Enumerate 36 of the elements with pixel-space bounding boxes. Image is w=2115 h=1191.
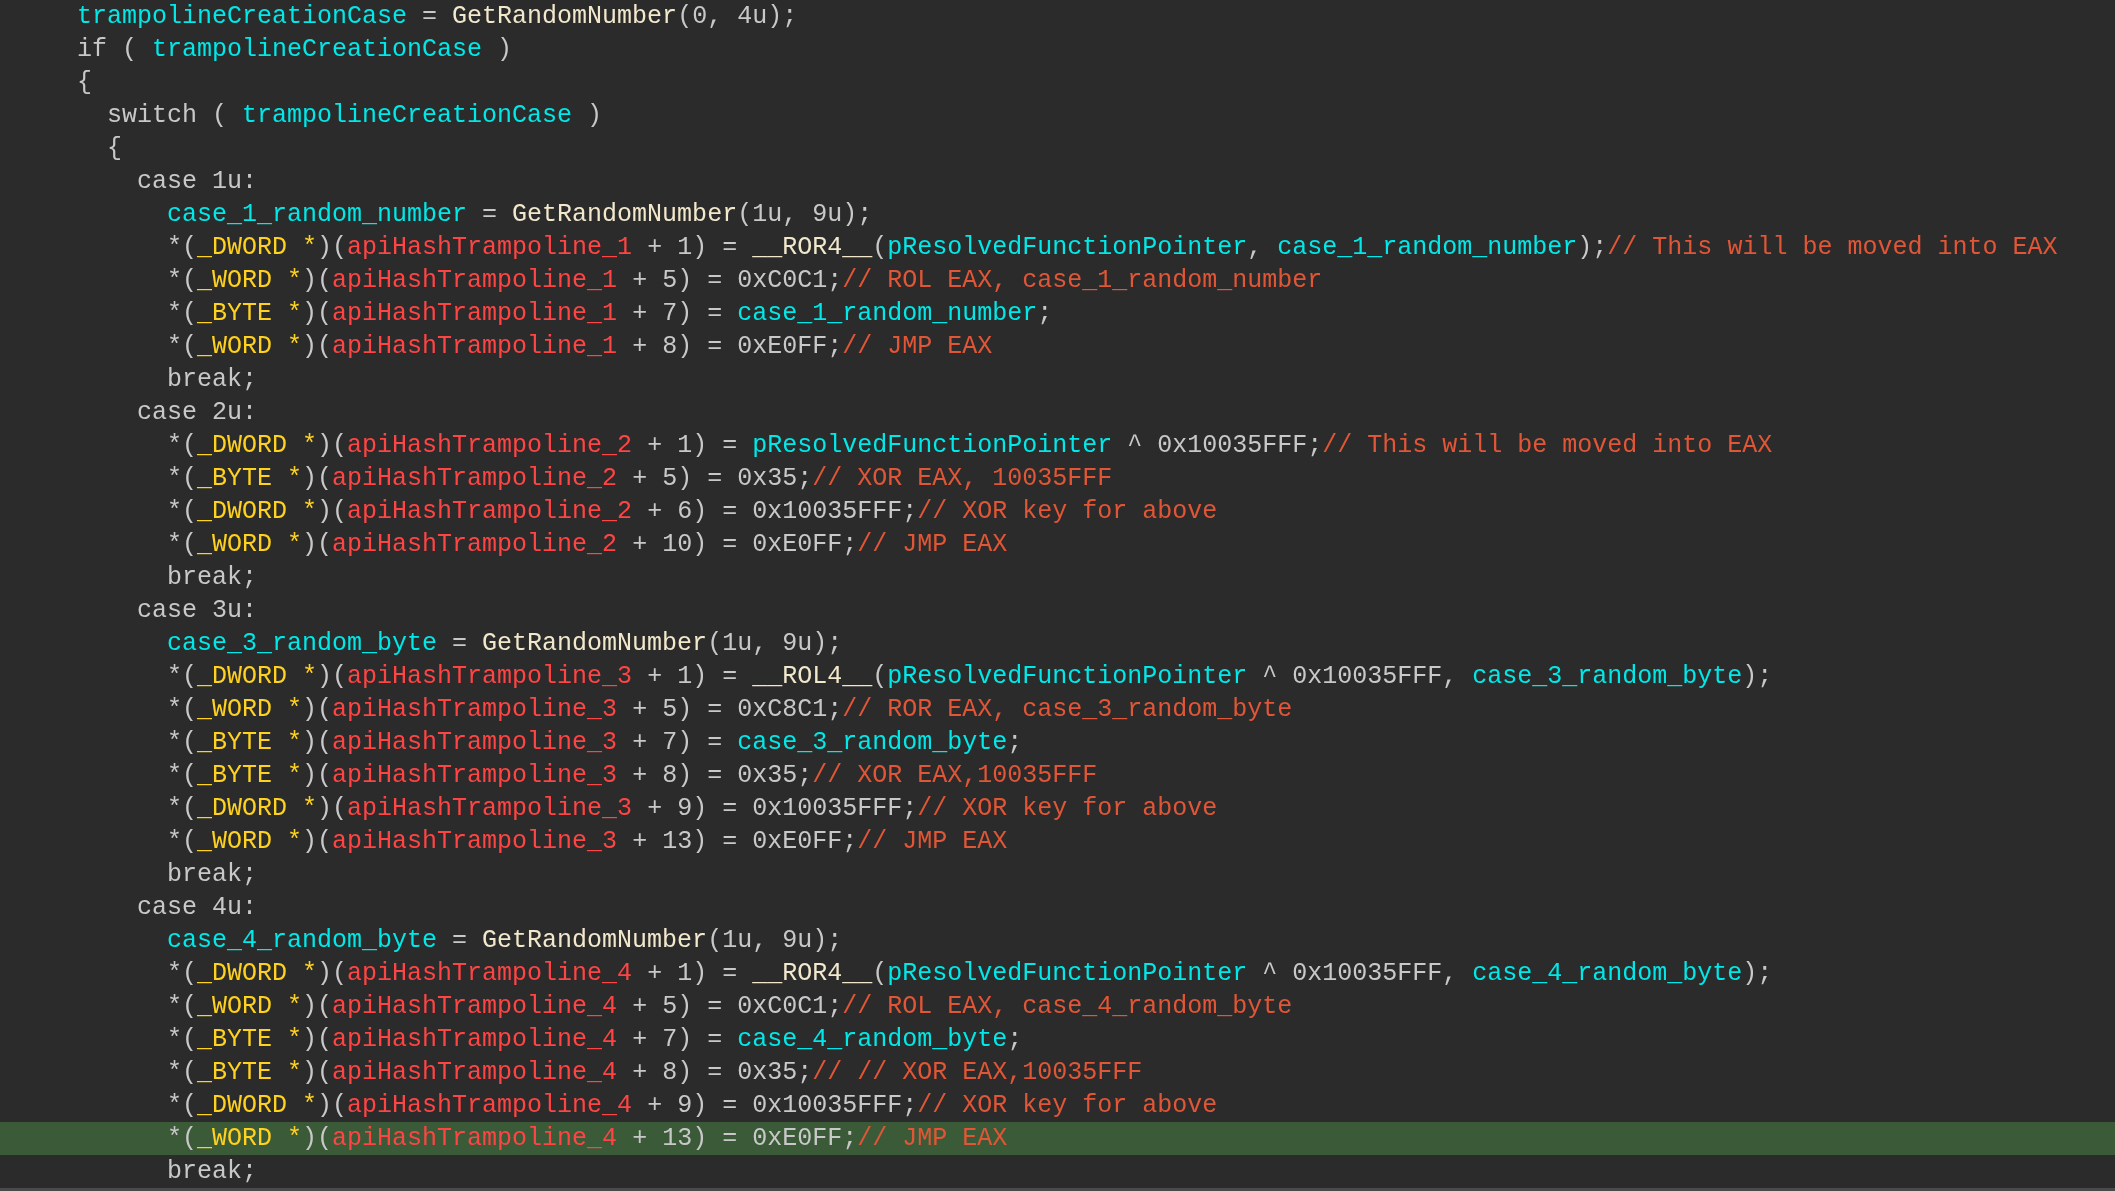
code-line: *(_BYTE *)(apiHashTrampoline_2 + 5) = 0x35;// XOR EAX, 10035FFF bbox=[167, 464, 1113, 493]
code-line: break; bbox=[167, 365, 258, 394]
code-line: *(_DWORD *)(apiHashTrampoline_2 + 6) = 0x10035FFF;// XOR key for above bbox=[167, 497, 1218, 526]
code-line: *(_BYTE *)(apiHashTrampoline_4 + 8) = 0x35;// // XOR EAX,10035FFF bbox=[167, 1058, 1143, 1087]
code-line: case 1u: bbox=[137, 167, 258, 196]
code-line: *(_DWORD *)(apiHashTrampoline_3 + 9) = 0x10035FFF;// XOR key for above bbox=[167, 794, 1218, 823]
code-line: case_4_random_byte = GetRandomNumber(1u, 9u); bbox=[167, 926, 843, 955]
code-line: trampolineCreationCase = GetRandomNumber(0, 4u); bbox=[77, 2, 798, 31]
code-line: case_1_random_number = GetRandomNumber(1u, 9u); bbox=[167, 200, 873, 229]
code-line: *(_DWORD *)(apiHashTrampoline_4 + 9) = 0x10035FFF;// XOR key for above bbox=[167, 1091, 1218, 1120]
code-line: *(_WORD *)(apiHashTrampoline_3 + 5) = 0xC8C1;// ROR EAX, case_3_random_byte bbox=[167, 695, 1293, 724]
code-line: *(_WORD *)(apiHashTrampoline_1 + 8) = 0xE0FF;// JMP EAX bbox=[167, 332, 993, 361]
code-line: *(_WORD *)(apiHashTrampoline_2 + 10) = 0xE0FF;// JMP EAX bbox=[167, 530, 1008, 559]
code-line: switch ( trampolineCreationCase ) bbox=[107, 101, 603, 130]
code-line: *(_BYTE *)(apiHashTrampoline_3 + 7) = case_3_random_byte; bbox=[167, 728, 1023, 757]
code-line: *(_WORD *)(apiHashTrampoline_4 + 5) = 0xC0C1;// ROL EAX, case_4_random_byte bbox=[167, 992, 1293, 1021]
code-line: { bbox=[77, 68, 92, 97]
code-line: *(_BYTE *)(apiHashTrampoline_4 + 7) = case_4_random_byte; bbox=[167, 1025, 1023, 1054]
code-line: *(_DWORD *)(apiHashTrampoline_2 + 1) = pResolvedFunctionPointer ^ 0x10035FFF;// This will be moved into EAX bbox=[167, 431, 1773, 460]
code-line: *(_BYTE *)(apiHashTrampoline_3 + 8) = 0x35;// XOR EAX,10035FFF bbox=[167, 761, 1098, 790]
code-line: *(_WORD *)(apiHashTrampoline_3 + 13) = 0xE0FF;// JMP EAX bbox=[167, 827, 1008, 856]
code-line: *(_WORD *)(apiHashTrampoline_4 + 13) = 0xE0FF;// JMP EAX bbox=[167, 1124, 1008, 1153]
code-line: *(_DWORD *)(apiHashTrampoline_3 + 1) = __ROL4__(pResolvedFunctionPointer ^ 0x10035FFF, case_3_random_byte); bbox=[167, 662, 1773, 691]
code-line: *(_WORD *)(apiHashTrampoline_1 + 5) = 0xC0C1;// ROL EAX, case_1_random_number bbox=[167, 266, 1323, 295]
code-line: case 4u: bbox=[137, 893, 258, 922]
code-line: *(_DWORD *)(apiHashTrampoline_1 + 1) = __ROR4__(pResolvedFunctionPointer, case_1_random_number);// This will be moved into EAX bbox=[167, 233, 2058, 262]
code-line: *(_DWORD *)(apiHashTrampoline_4 + 1) = __ROR4__(pResolvedFunctionPointer ^ 0x10035FFF, case_4_random_byte); bbox=[167, 959, 1773, 988]
code-line: *(_BYTE *)(apiHashTrampoline_1 + 7) = case_1_random_number; bbox=[167, 299, 1053, 328]
code-line: case_3_random_byte = GetRandomNumber(1u, 9u); bbox=[167, 629, 843, 658]
code-line: if ( trampolineCreationCase ) bbox=[77, 35, 513, 64]
code-line: case 2u: bbox=[137, 398, 258, 427]
code-line: case 3u: bbox=[137, 596, 258, 625]
code-line: break; bbox=[167, 1157, 258, 1186]
code-line: break; bbox=[167, 563, 258, 592]
code-line: break; bbox=[167, 860, 258, 889]
code-line: { bbox=[107, 134, 123, 163]
